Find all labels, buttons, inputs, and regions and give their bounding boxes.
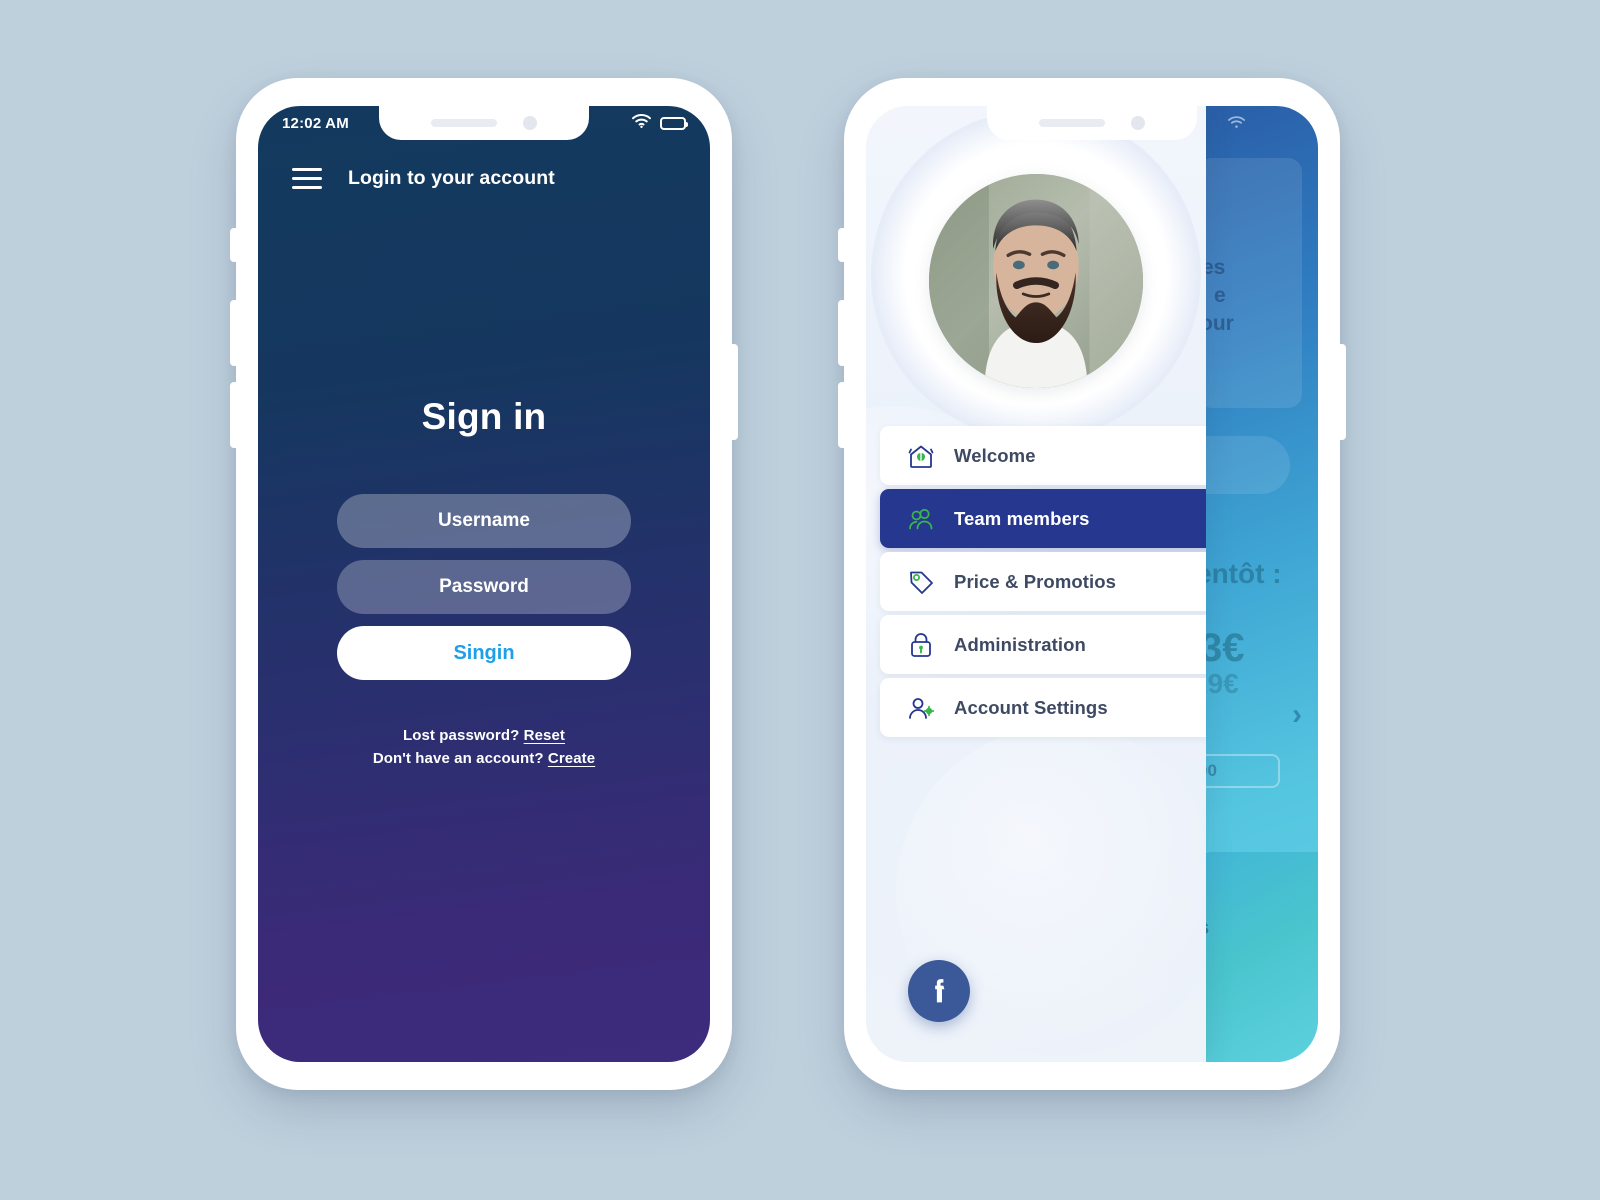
users-icon — [906, 504, 936, 534]
phone-notch-right — [987, 106, 1197, 140]
no-account-label: Don't have an account? — [372, 750, 544, 768]
background-text-fragment-3: our — [1206, 312, 1234, 335]
username-input[interactable] — [337, 494, 631, 548]
phone-device-left: 12:02 AM Login to your account Sign in U… — [230, 78, 738, 1090]
background-photo-card — [1206, 852, 1318, 1062]
background-quantity-pill: 00 — [1206, 754, 1280, 788]
background-text-fragment-bottom: s — [1206, 917, 1209, 940]
silent-switch-button[interactable] — [230, 228, 237, 262]
create-link[interactable]: Create — [548, 750, 595, 767]
navigation-drawer: Welcome Team members Price & Promotios A… — [866, 106, 1206, 1062]
menu-item-label: Administration — [954, 633, 1086, 655]
signin-heading: Sign in — [421, 396, 547, 437]
password-input[interactable] — [337, 560, 631, 614]
battery-icon — [660, 116, 688, 130]
volume-down-button-right[interactable] — [838, 382, 845, 448]
menu-item-account-settings[interactable]: Account Settings — [880, 678, 1206, 737]
earpiece-speaker-right — [1039, 119, 1105, 127]
wifi-icon-background — [1228, 116, 1245, 134]
signin-button[interactable]: Singin — [337, 626, 631, 680]
background-app-panel: es e our entôt : 3€ 29€ › 00 s — [1206, 106, 1318, 1062]
background-price: 3€ — [1206, 626, 1245, 670]
hamburger-menu-icon[interactable] — [292, 167, 322, 189]
volume-up-button-right[interactable] — [838, 300, 845, 366]
background-soon-label: entôt : — [1206, 558, 1282, 589]
create-account-row: Don't have an account? Create — [373, 747, 595, 770]
status-indicators — [632, 114, 688, 132]
earpiece-speaker — [431, 119, 497, 127]
status-time: 12:02 AM — [282, 114, 349, 132]
phone-device-right: es e our entôt : 3€ 29€ › 00 s — [838, 78, 1346, 1090]
avatar-photo[interactable] — [929, 174, 1143, 388]
menu-item-team-members[interactable]: Team members — [880, 489, 1206, 548]
background-pill-shape — [1206, 436, 1290, 494]
price-tag-icon — [906, 567, 936, 597]
auth-links: Lost password? Reset Don't have an accou… — [373, 724, 595, 771]
facebook-share-button[interactable] — [908, 960, 970, 1022]
power-button[interactable] — [731, 344, 738, 440]
front-camera-right — [1131, 116, 1145, 130]
home-icon — [906, 441, 936, 471]
menu-item-label: Team members — [954, 507, 1090, 529]
facebook-icon — [922, 974, 956, 1008]
menu-item-price-promotions[interactable]: Price & Promotios — [880, 552, 1206, 611]
menu-item-label: Account Settings — [954, 696, 1108, 718]
silent-switch-button-right[interactable] — [838, 228, 845, 262]
menu-item-administration[interactable]: Administration — [880, 615, 1206, 674]
front-camera — [523, 116, 537, 130]
drawer-menu: Welcome Team members Price & Promotios A… — [880, 426, 1206, 741]
signin-form: Sign in Singin Lost password? Reset Don'… — [258, 396, 710, 771]
background-text-fragment-2: e — [1214, 284, 1226, 307]
reset-link[interactable]: Reset — [524, 727, 565, 744]
chevron-right-icon[interactable]: › — [1292, 698, 1302, 732]
app-bar-left: Login to your account — [258, 152, 710, 204]
screen-right-drawer: es e our entôt : 3€ 29€ › 00 s — [866, 106, 1318, 1062]
screen-left-signin: 12:02 AM Login to your account Sign in U… — [258, 106, 710, 1062]
screenshot-canvas: 12:02 AM Login to your account Sign in U… — [0, 0, 1600, 1200]
background-card-top — [1206, 158, 1302, 408]
background-text-fragment-1: es — [1206, 256, 1226, 279]
user-settings-icon — [906, 693, 936, 723]
page-title: Login to your account — [348, 166, 555, 189]
lost-password-label: Lost password? — [402, 727, 520, 744]
volume-up-button[interactable] — [230, 300, 237, 366]
background-price-struck: 29€ — [1206, 668, 1239, 699]
lost-password-row: Lost password? Reset — [373, 724, 595, 747]
power-button-right[interactable] — [1339, 344, 1346, 440]
menu-item-welcome[interactable]: Welcome — [880, 426, 1206, 485]
menu-item-label: Price & Promotios — [954, 570, 1117, 592]
wifi-icon — [632, 114, 651, 132]
menu-item-label: Welcome — [954, 444, 1036, 466]
phone-notch-left — [379, 106, 589, 140]
volume-down-button[interactable] — [230, 382, 237, 448]
lock-icon — [906, 630, 936, 660]
